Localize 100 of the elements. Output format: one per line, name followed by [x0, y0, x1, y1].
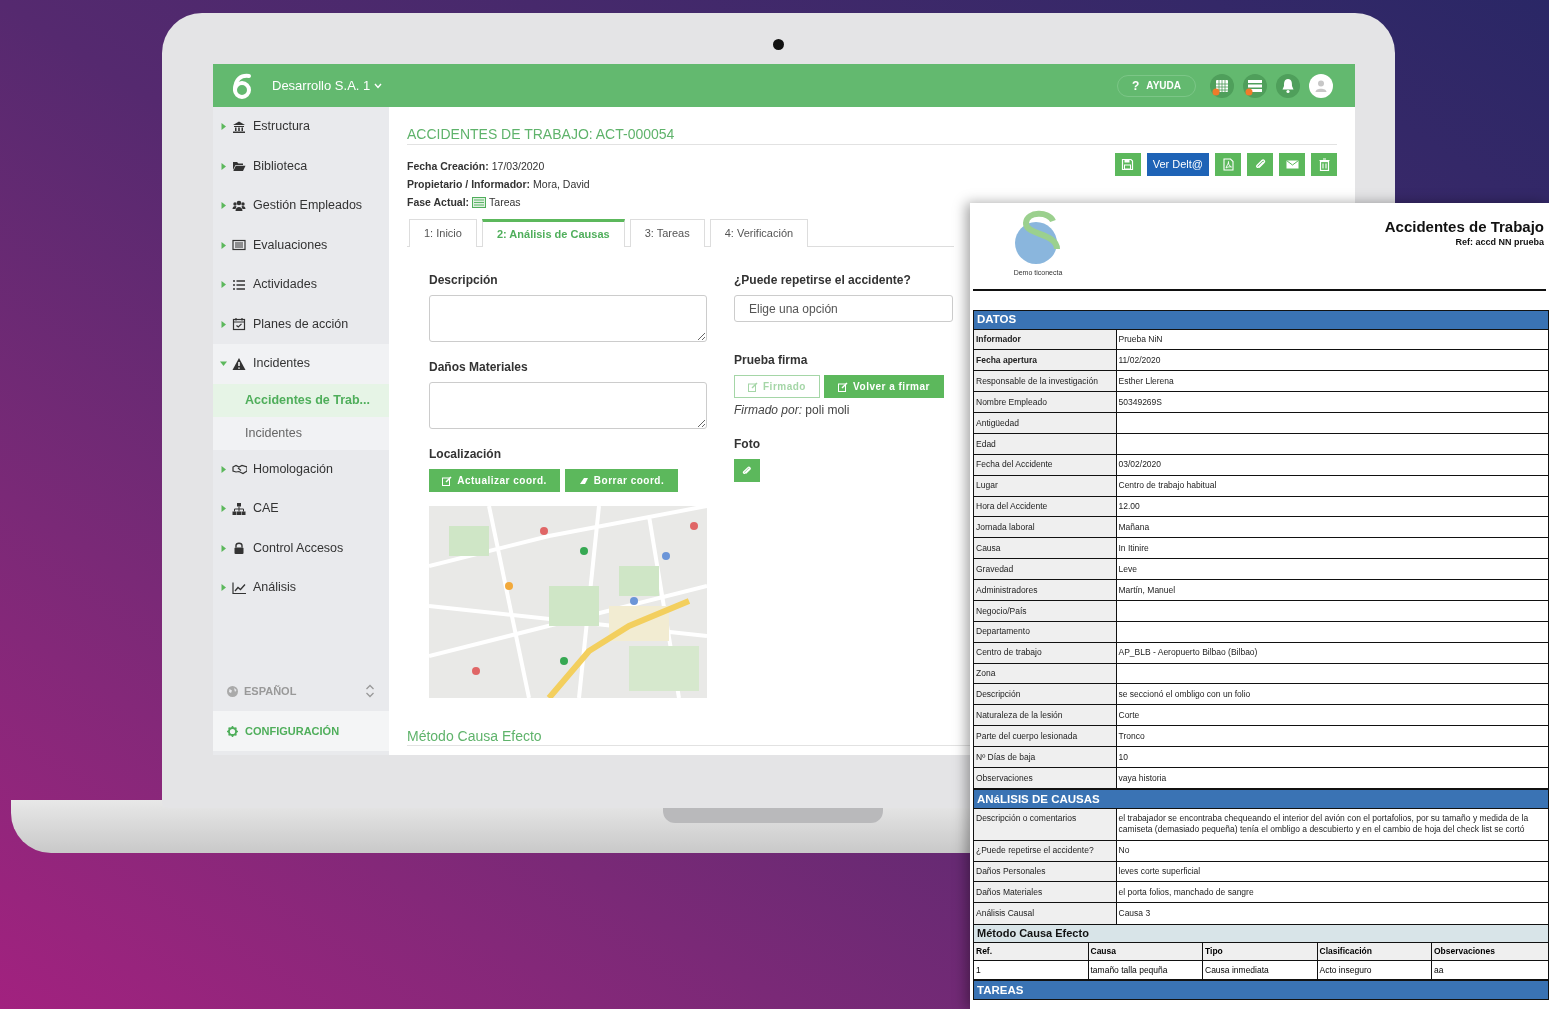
logo-icon — [230, 72, 254, 99]
row-label: Zona — [973, 662, 1117, 685]
bank-icon — [232, 119, 247, 134]
caret-right-icon — [220, 505, 227, 513]
tab[interactable]: 4: Verificación — [709, 219, 809, 247]
row-label: Análisis Causal — [973, 902, 1117, 925]
row-label: Descripción o comentarios — [973, 807, 1117, 842]
caret-right-icon — [220, 544, 227, 552]
field-label: ¿Puede repetirse el accidente? — [734, 272, 911, 289]
sidebar-item[interactable]: Biblioteca — [213, 146, 389, 186]
row-label: Daños Materiales — [973, 881, 1117, 904]
meta-value: Tareas — [489, 195, 521, 210]
row-value: 10 — [1115, 746, 1549, 769]
board-icon — [472, 197, 487, 208]
warning-icon — [232, 356, 247, 371]
list-button[interactable] — [1243, 73, 1267, 98]
row-label: Naturaleza de la lesión — [973, 704, 1117, 727]
sidebar-item[interactable]: Homologación — [213, 449, 389, 489]
sidebar-item[interactable]: Evaluaciones — [213, 225, 389, 265]
globe-icon — [227, 685, 238, 697]
row-value: Tronco — [1115, 725, 1549, 748]
save-button[interactable] — [1114, 153, 1141, 176]
row-label: Jornada laboral — [973, 516, 1117, 539]
sidebar-subitem[interactable]: Incidentes — [213, 416, 389, 450]
column-header: Observaciones — [1431, 941, 1549, 962]
sidebar-item[interactable]: Planes de acción — [213, 304, 389, 344]
row-value: el porta folios, manchado de sangre — [1115, 881, 1549, 904]
row-label: Gravedad — [973, 558, 1117, 581]
caret-right-icon — [220, 162, 227, 170]
bell-button[interactable] — [1276, 73, 1300, 98]
pdf-file-icon — [1221, 158, 1235, 171]
section-header: DATOS — [973, 310, 1549, 330]
sidebar-item[interactable]: Incidentes — [213, 344, 389, 384]
section-title: Método Causa Efecto — [407, 727, 542, 745]
caret-right-icon — [220, 241, 227, 249]
field-label: Daños Materiales — [429, 359, 528, 376]
email-button[interactable] — [1279, 153, 1305, 176]
edit-icon — [748, 381, 758, 392]
list-icon — [232, 277, 247, 292]
field-label: Prueba firma — [734, 352, 808, 369]
meta-label: Propietario / Informador: — [407, 177, 531, 192]
row-value: se seccionó el ombligo con un folio — [1115, 683, 1549, 706]
gear-icon — [227, 725, 238, 737]
caret-right-icon — [220, 584, 227, 592]
sidebar-item[interactable]: Estructura — [213, 107, 389, 147]
document-reference: Ref: accd NN prueba — [1455, 236, 1544, 249]
sidebar-item[interactable]: Gestión Empleados — [213, 186, 389, 226]
view-button[interactable]: Ver Delt@ — [1146, 153, 1209, 176]
table-cell: aa — [1431, 960, 1549, 981]
sidebar-item[interactable]: Control Accesos — [213, 528, 389, 568]
section-header: TAREAS — [973, 980, 1549, 1001]
card-icon — [232, 238, 247, 253]
attach-button[interactable] — [1247, 153, 1273, 176]
folder-icon — [232, 159, 247, 174]
row-value: In Itinire — [1115, 537, 1549, 560]
sidebar-item[interactable]: Actividades — [213, 265, 389, 305]
row-value: Corte — [1115, 704, 1549, 727]
tab[interactable]: 3: Tareas — [629, 219, 705, 247]
edit-icon — [442, 475, 453, 486]
row-value: Causa 3 — [1115, 902, 1549, 925]
caret-right-icon — [220, 202, 227, 210]
text-area[interactable] — [429, 295, 707, 342]
row-value: vaya historia — [1115, 766, 1549, 790]
text-area[interactable] — [429, 382, 707, 429]
row-value: Martín, Manuel — [1115, 579, 1549, 602]
signed-by-text: Firmado por: poli moli — [734, 402, 850, 419]
tab[interactable]: 1: Inicio — [409, 219, 477, 247]
row-value: 11/02/2020 — [1115, 349, 1549, 372]
edit-icon — [838, 381, 849, 392]
pdf-button[interactable] — [1215, 153, 1241, 176]
caret-right-icon — [220, 320, 227, 328]
row-value: el trabajador se encontraba chequeando el interior del avión con el portafolios, por su tamaño y medida de la camiseta (demasiado pequeña) tenía el ombligo a descubierto y en el cambio de hoja del check list se cortó — [1115, 807, 1549, 842]
row-label: Nombre Empleado — [973, 391, 1117, 414]
sitemap-icon — [232, 501, 247, 516]
field-label: Localización — [429, 446, 502, 463]
sidebar-item[interactable]: CAE — [213, 489, 389, 529]
chevron-updown-icon — [365, 684, 375, 698]
envelope-icon — [1285, 158, 1299, 171]
calendar-button[interactable] — [1210, 73, 1234, 98]
avatar[interactable] — [1309, 73, 1333, 98]
select-field[interactable]: Elige una opción — [734, 295, 953, 322]
field-label: Foto — [734, 436, 760, 453]
row-label: Responsable de la investigación — [973, 370, 1117, 393]
page-title: ACCIDENTES DE TRABAJO: ACT-000054 — [407, 125, 676, 143]
row-label: Causa — [973, 537, 1117, 560]
lock-icon — [232, 541, 247, 556]
attach-photo-button[interactable] — [734, 459, 760, 482]
row-value: 50349269S — [1115, 391, 1549, 414]
delete-button[interactable] — [1311, 153, 1337, 176]
user-silhouette-icon — [1314, 78, 1328, 93]
table-cell: 1 — [973, 960, 1089, 981]
row-label: Daños Personales — [973, 860, 1117, 883]
caret-right-icon — [220, 465, 227, 473]
sidebar-item[interactable]: Análisis — [213, 568, 389, 608]
row-label: Fecha apertura — [973, 349, 1117, 372]
table-cell: Causa inmediata — [1202, 960, 1318, 981]
table-cell: Acto inseguro — [1316, 960, 1433, 981]
meta-value: Mora, David — [533, 177, 590, 192]
meta-label: Fecha Creación: — [407, 159, 489, 174]
row-label: Observaciones — [973, 766, 1117, 790]
